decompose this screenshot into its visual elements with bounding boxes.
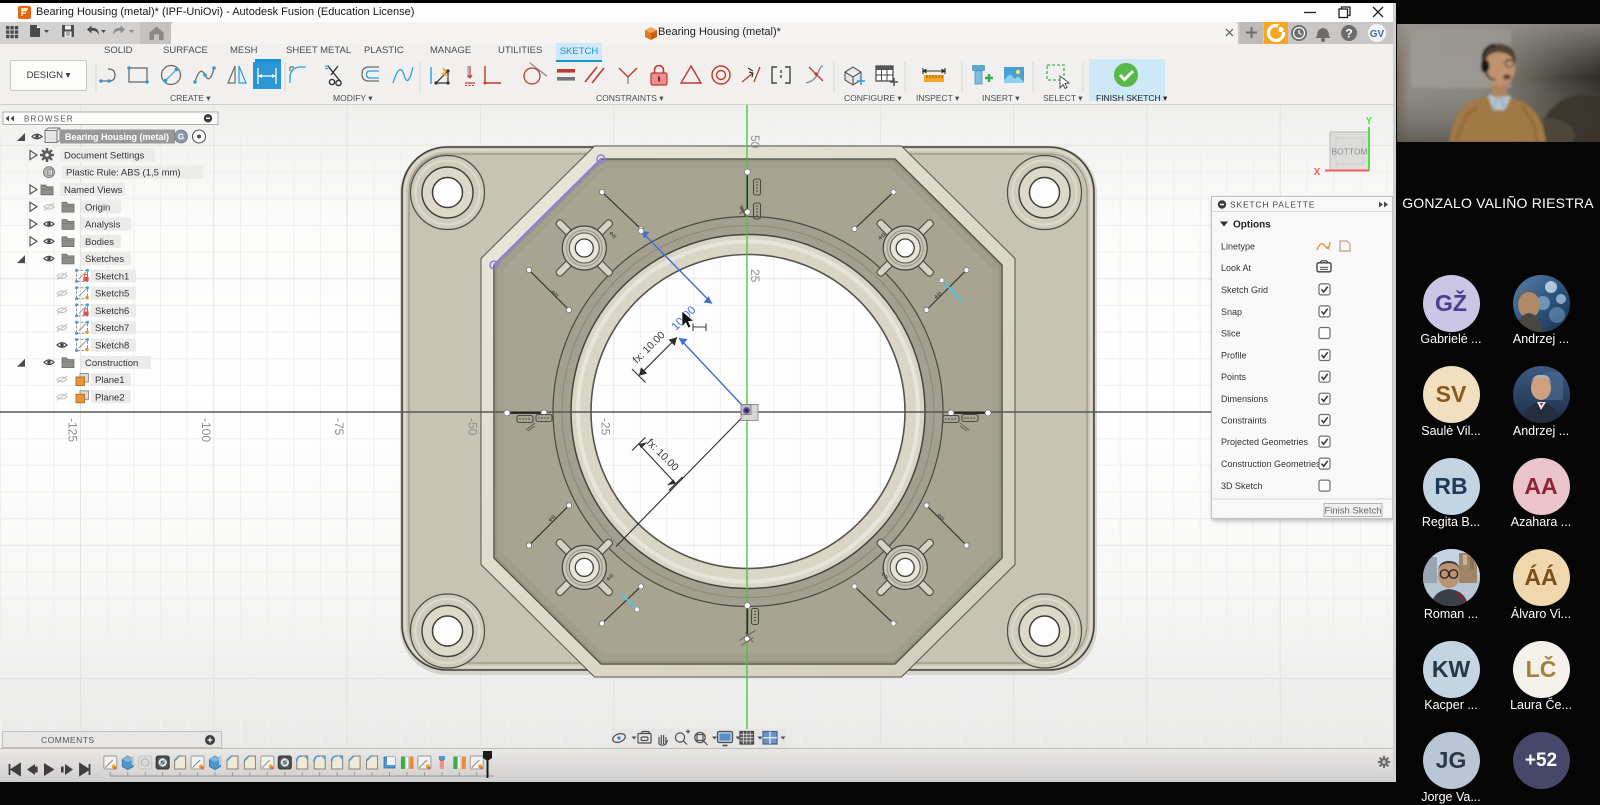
svg-text:Plane1: Plane1 xyxy=(95,375,125,386)
svg-text:Bodies: Bodies xyxy=(85,237,114,248)
svg-text:Sketch7: Sketch7 xyxy=(95,323,129,334)
svg-text:3D Sketch: 3D Sketch xyxy=(1221,481,1263,491)
svg-text:Document Settings: Document Settings xyxy=(64,151,145,162)
svg-text:Dimensions: Dimensions xyxy=(1221,394,1269,404)
svg-text:Options: Options xyxy=(1233,220,1271,231)
svg-text:Y: Y xyxy=(1366,116,1373,127)
svg-text:G: G xyxy=(178,133,184,142)
svg-text:Look At: Look At xyxy=(1221,263,1252,273)
svg-text:Named Views: Named Views xyxy=(64,185,123,196)
svg-text:Plastic Rule: ABS (1,5 mm): Plastic Rule: ABS (1,5 mm) xyxy=(66,168,181,179)
svg-text:Sketch6: Sketch6 xyxy=(95,306,129,317)
svg-text:Projected Geometries: Projected Geometries xyxy=(1221,437,1309,447)
svg-text:?: ? xyxy=(1345,27,1352,41)
svg-text:Sketch8: Sketch8 xyxy=(95,341,129,352)
svg-text:Sketch Grid: Sketch Grid xyxy=(1221,285,1268,295)
svg-text:Finish Sketch: Finish Sketch xyxy=(1324,506,1381,517)
svg-text:Origin: Origin xyxy=(85,202,110,213)
svg-text:Slice: Slice xyxy=(1221,329,1241,339)
svg-text:Sketch1: Sketch1 xyxy=(95,271,129,282)
svg-text:Sketch5: Sketch5 xyxy=(95,289,129,300)
svg-text:-25: -25 xyxy=(599,418,613,436)
svg-text:X: X xyxy=(1314,167,1321,178)
svg-text:25: 25 xyxy=(748,269,762,283)
svg-text:-100: -100 xyxy=(199,418,213,442)
svg-text:Linetype: Linetype xyxy=(1221,242,1255,252)
svg-text:Bearing Housing (metal): Bearing Housing (metal) xyxy=(65,132,169,142)
svg-text:-50: -50 xyxy=(465,418,479,436)
svg-text:50: 50 xyxy=(748,135,762,149)
svg-text:BROWSER: BROWSER xyxy=(24,115,74,124)
svg-text:Snap: Snap xyxy=(1221,307,1242,317)
svg-text:GV: GV xyxy=(1370,29,1385,40)
svg-text:-125: -125 xyxy=(66,418,80,442)
svg-text:Points: Points xyxy=(1221,372,1247,382)
svg-text:Profile: Profile xyxy=(1221,351,1247,361)
svg-text:Plane2: Plane2 xyxy=(95,392,125,403)
svg-text:Sketches: Sketches xyxy=(85,254,124,265)
svg-text:Construction: Construction xyxy=(85,358,138,369)
svg-text:Analysis: Analysis xyxy=(85,220,121,231)
svg-text:Constraints: Constraints xyxy=(1221,416,1267,426)
svg-text:-75: -75 xyxy=(332,418,346,436)
svg-text:SKETCH PALETTE: SKETCH PALETTE xyxy=(1230,200,1315,210)
svg-text:BOTTOM: BOTTOM xyxy=(1331,147,1367,157)
svg-text:Construction Geometries: Construction Geometries xyxy=(1221,459,1321,469)
